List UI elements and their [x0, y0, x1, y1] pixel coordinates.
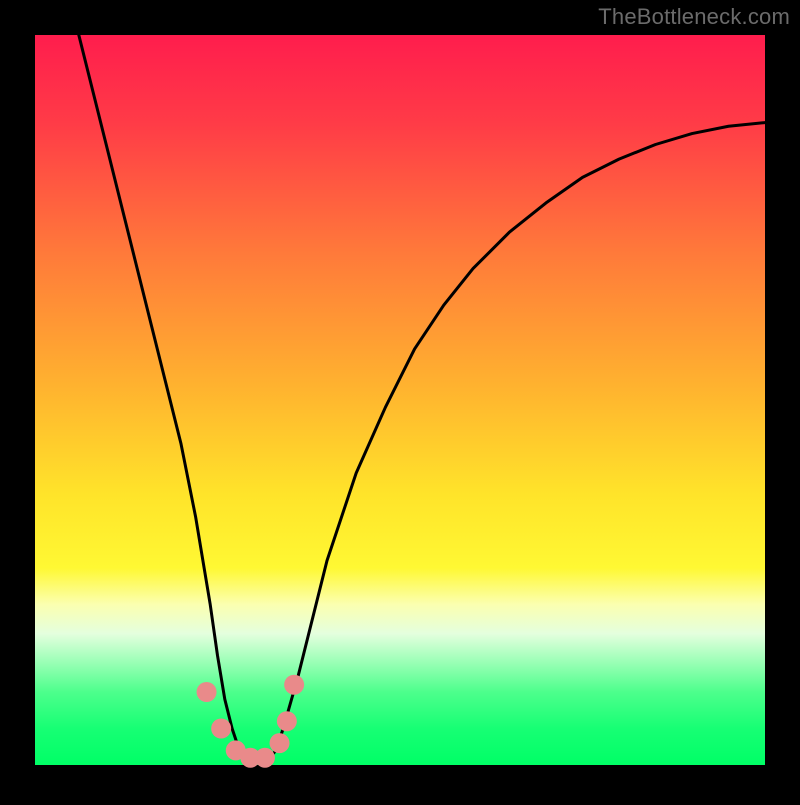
data-marker [197, 682, 217, 702]
data-marker [270, 733, 290, 753]
data-marker [255, 748, 275, 768]
data-marker [284, 675, 304, 695]
outer-frame: TheBottleneck.com [0, 0, 800, 800]
data-marker [277, 711, 297, 731]
bottleneck-chart [0, 0, 800, 800]
data-marker [211, 719, 231, 739]
watermark-text: TheBottleneck.com [598, 4, 790, 30]
